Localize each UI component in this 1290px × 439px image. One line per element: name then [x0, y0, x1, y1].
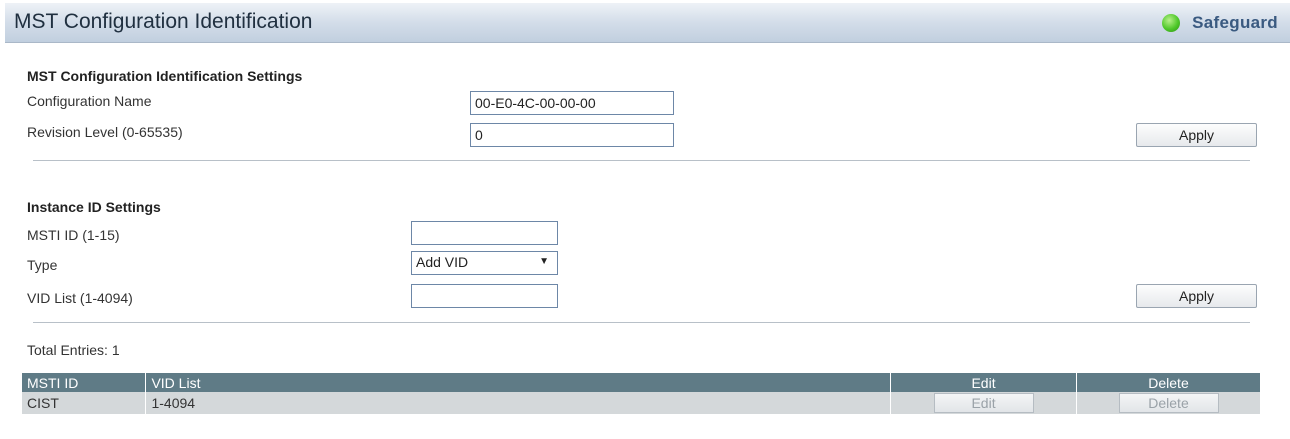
cell-msti-id: CIST	[22, 392, 147, 414]
edit-button[interactable]: Edit	[933, 393, 1034, 413]
table-row: CIST 1-4094 Edit Delete	[22, 392, 1261, 414]
vid-list-label: VID List (1-4094)	[27, 290, 133, 306]
cell-delete: Delete	[1076, 392, 1261, 414]
section-divider	[33, 160, 1250, 161]
safeguard-label: Safeguard	[1192, 13, 1278, 32]
mst-apply-button[interactable]: Apply	[1136, 123, 1257, 147]
type-select-value: Add VID	[416, 254, 469, 270]
section-divider	[33, 322, 1250, 323]
column-header-vid-list: VID List	[145, 373, 892, 392]
page-title: MST Configuration Identification	[14, 10, 313, 33]
revision-level-label: Revision Level (0-65535)	[27, 124, 183, 140]
vid-list-input[interactable]	[411, 284, 558, 308]
config-name-input[interactable]	[470, 91, 674, 115]
delete-button[interactable]: Delete	[1118, 393, 1219, 413]
instance-settings-title: Instance ID Settings	[27, 199, 161, 215]
page-header: MST Configuration Identification Safegua…	[5, 3, 1290, 43]
safeguard-status-icon	[1162, 14, 1181, 32]
revision-level-input[interactable]	[470, 123, 674, 147]
chevron-down-icon: ▼	[539, 256, 549, 267]
entries-table: MSTI ID VID List Edit Delete CIST 1-4094…	[22, 373, 1261, 414]
config-name-label: Configuration Name	[27, 93, 152, 109]
table-header-row: MSTI ID VID List Edit Delete	[22, 373, 1261, 392]
cell-edit: Edit	[890, 392, 1078, 414]
msti-id-label: MSTI ID (1-15)	[27, 227, 120, 243]
msti-id-input[interactable]	[411, 221, 558, 245]
instance-apply-button[interactable]: Apply	[1136, 284, 1257, 308]
column-header-edit: Edit	[890, 373, 1078, 392]
safeguard-indicator: Safeguard	[1162, 13, 1278, 33]
cell-vid-list: 1-4094	[145, 392, 892, 414]
type-select[interactable]: Add VID ▼	[411, 251, 558, 275]
total-entries-label: Total Entries: 1	[27, 342, 120, 358]
mst-settings-title: MST Configuration Identification Setting…	[27, 68, 303, 84]
column-header-delete: Delete	[1076, 373, 1261, 392]
type-label: Type	[27, 257, 58, 273]
column-header-msti-id: MSTI ID	[22, 373, 147, 392]
